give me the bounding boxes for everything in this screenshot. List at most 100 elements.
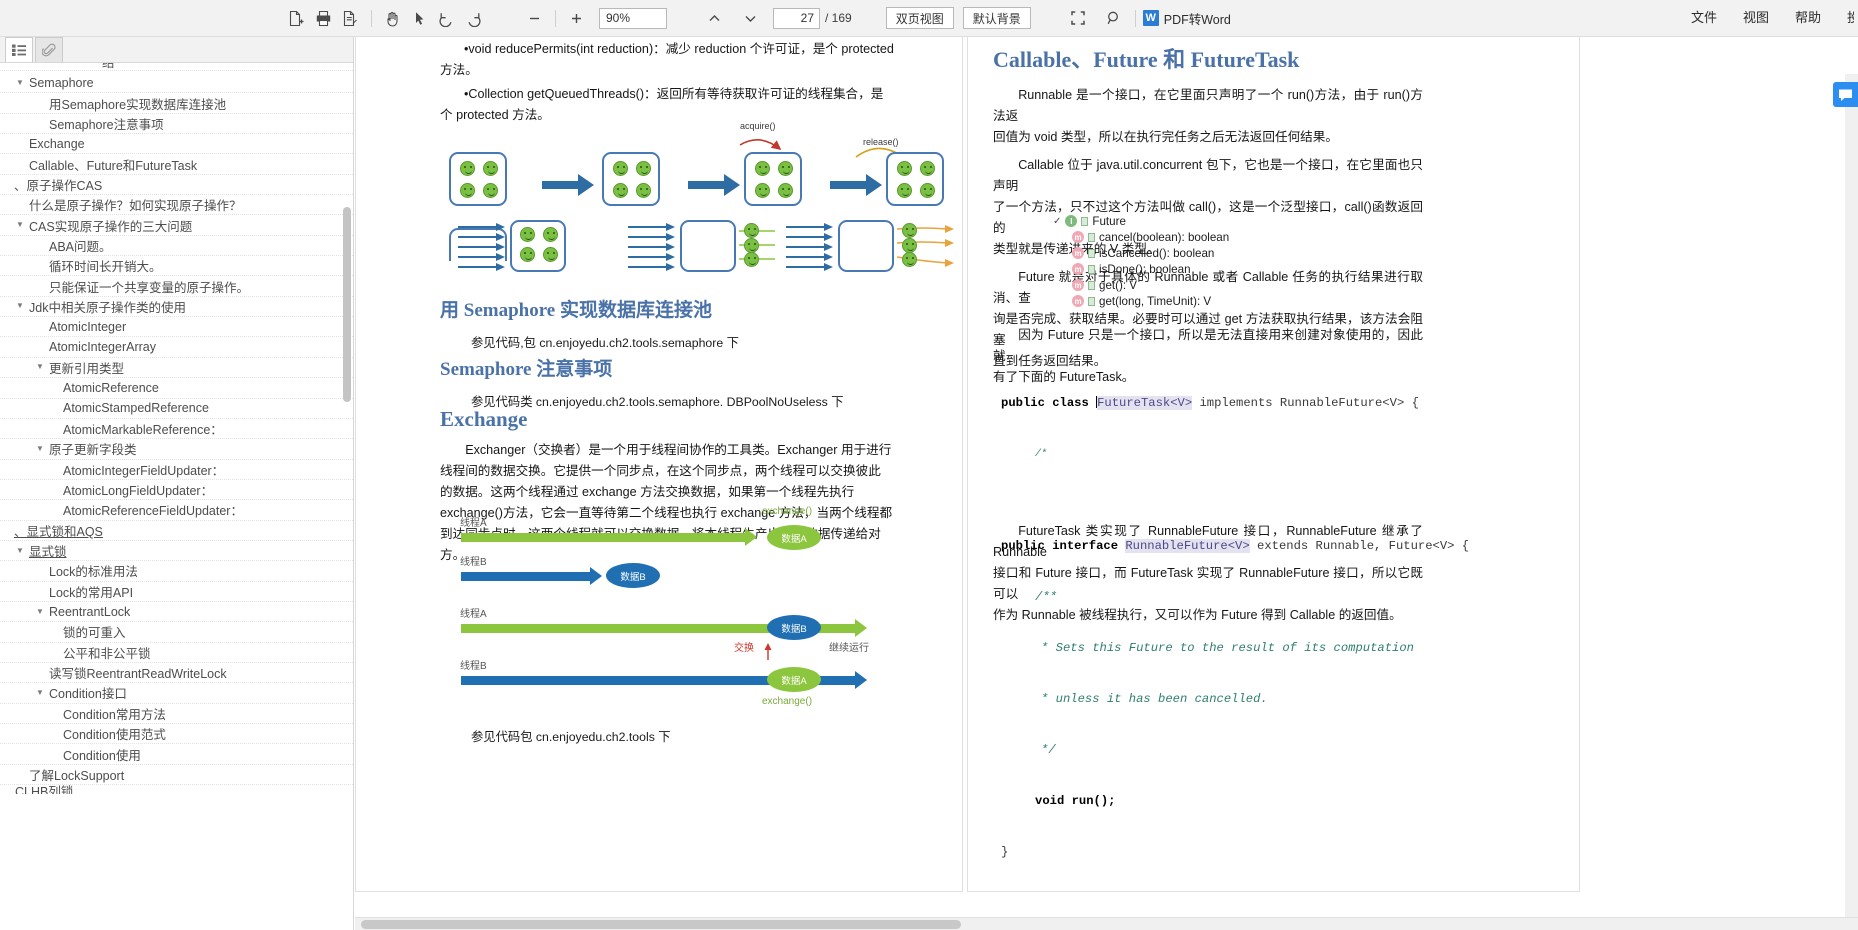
toc-item[interactable]: Lock的标准用法 (0, 561, 353, 582)
data-a-node: 数据A (767, 525, 821, 550)
export-file-icon[interactable] (283, 5, 310, 32)
toc-item[interactable]: ▼ 显式锁 (0, 541, 353, 562)
menu-view[interactable]: 视图 (1730, 0, 1782, 36)
zoom-in-button[interactable] (563, 5, 590, 32)
tree-node[interactable]: m isCancelled(): boolean (1072, 245, 1403, 261)
next-page-button[interactable] (737, 5, 764, 32)
toc-item-label: 更新引用类型 (49, 361, 125, 376)
thread-a-arrow (461, 528, 757, 546)
zoom-level-input[interactable]: 90% (599, 7, 667, 29)
toc-item-label: CAS实现原子操作的三大问题 (29, 219, 193, 234)
toc-item[interactable]: AtomicInteger (0, 317, 353, 338)
toc-item[interactable]: Exchange (0, 134, 353, 155)
toc-item[interactable]: AtomicReference (0, 378, 353, 399)
horizontal-scrollbar-thumb[interactable] (361, 920, 961, 929)
toc-item[interactable]: 锁的可重入 (0, 622, 353, 643)
chevron-down-icon[interactable]: ▼ (16, 221, 24, 229)
toc-item[interactable]: ABA问题。 (0, 236, 353, 257)
toc-item-label: AtomicReferenceFieldUpdater： (63, 504, 243, 519)
viewer-vertical-scrollbar[interactable] (1845, 74, 1858, 917)
table-of-contents[interactable]: 结 ▼ Semaphore 用Semaphore实现数据库连接池 Semaphore注… (0, 63, 353, 930)
chevron-down-icon[interactable]: ▼ (36, 444, 44, 453)
tree-node[interactable]: m get(long, TimeUnit): V (1072, 293, 1403, 309)
toc-item[interactable]: AtomicLongFieldUpdater： (0, 480, 353, 501)
toc-item[interactable]: ▼ Semaphore (0, 73, 353, 94)
chevron-down-icon[interactable]: ▼ (36, 688, 44, 697)
toc-item[interactable]: ▼ ReentrantLock (0, 602, 353, 623)
toolbar-tools-group (379, 0, 487, 36)
toc-item[interactable]: Condition常用方法 (0, 704, 353, 724)
toc-item[interactable]: ▼ CAS实现原子操作的三大问题 (0, 215, 353, 236)
toc-item[interactable]: Condition使用范式 (0, 724, 353, 745)
code-line-7: */ (1041, 743, 1056, 757)
chat-bubble-icon[interactable] (1833, 82, 1858, 107)
toc-item[interactable]: 循环时间长开销大。 (0, 256, 353, 277)
toc-item-label: 锁的可重入 (63, 626, 126, 641)
bullet-reduce-permits: •void reducePermits(int reduction)：减少 re… (463, 42, 894, 56)
save-as-icon[interactable] (337, 5, 364, 32)
tree-node[interactable]: ✓ I Future (1053, 213, 1403, 229)
toc-item[interactable]: 什么是原子操作？如何实现原子操作？ (0, 195, 353, 216)
outline-tab[interactable] (5, 37, 33, 62)
chevron-down-icon[interactable]: ▼ (36, 363, 44, 371)
toc-item[interactable]: ▼ Condition接口 (0, 683, 353, 704)
sidebar-scrollbar[interactable] (343, 207, 351, 402)
chevron-down-icon[interactable]: ▼ (16, 546, 24, 555)
method-badge-icon: m (1072, 295, 1084, 307)
toc-item[interactable]: AtomicReferenceFieldUpdater： (0, 500, 353, 521)
toc-item[interactable]: Callable、Future和FutureTask (0, 154, 353, 175)
fullscreen-icon[interactable] (1065, 5, 1092, 32)
toc-item-label: Callable、Future和FutureTask (29, 158, 198, 173)
toc-item[interactable]: ▼ Jdk中相关原子操作类的使用 (0, 297, 353, 318)
hand-tool-icon[interactable] (379, 5, 406, 32)
toc-item-label: Lock的标准用法 (49, 565, 138, 580)
toc-item[interactable]: 了解LockSupport (0, 765, 353, 786)
toc-item[interactable]: 、原子操作CAS (0, 175, 353, 196)
current-page-input[interactable]: 27 (773, 7, 820, 29)
toc-item[interactable]: 只能保证一个共享变量的原子操作。 (0, 276, 353, 297)
tree-node-label: isDone(): boolean (1099, 262, 1191, 276)
toc-item[interactable]: AtomicStampedReference (0, 399, 353, 419)
toc-partial-row-bottom[interactable]: CLHB列锁 (0, 785, 353, 794)
rotate-left-icon[interactable] (433, 5, 460, 32)
source-file-icon (1088, 296, 1095, 306)
search-icon[interactable] (1101, 5, 1128, 32)
toc-item[interactable]: AtomicIntegerArray (0, 337, 353, 358)
menu-help[interactable]: 帮助 (1782, 0, 1834, 36)
toc-item[interactable]: Lock的常用API (0, 582, 353, 602)
prev-page-button[interactable] (701, 5, 728, 32)
toc-item[interactable]: AtomicMarkableReference： (0, 419, 353, 440)
attachment-tab[interactable] (35, 37, 63, 62)
menu-cast[interactable]: 投 (1834, 0, 1854, 36)
toc-item[interactable]: Semaphore注意事项 (0, 114, 353, 135)
toc-item[interactable]: 公平和非公平锁 (0, 643, 353, 663)
futuretask-summary-line-2: 接口和 Future 接口，而 FutureTask 实现了 RunnableF… (993, 566, 1423, 601)
print-icon[interactable] (310, 5, 337, 32)
pdf-to-word-button[interactable]: W PDF转Word (1142, 9, 1231, 28)
background-mode-button[interactable]: 默认背景 (962, 7, 1031, 29)
chevron-down-icon[interactable]: ▼ (36, 607, 44, 616)
chevron-down-icon[interactable]: ▼ (16, 302, 24, 310)
select-tool-icon[interactable] (406, 5, 433, 32)
runnable-paragraph-line-2: 回值为 void 类型，所以在执行完任务之后无法返回任何结果。 (993, 130, 1338, 144)
tree-node[interactable]: m get(): V (1072, 277, 1403, 293)
viewer-horizontal-scrollbar[interactable] (355, 917, 1858, 930)
menu-file[interactable]: 文件 (1678, 0, 1730, 36)
toc-item[interactable]: 、显式锁和AQS (0, 521, 353, 541)
toc-item[interactable]: ▼ 原子更新字段类 (0, 439, 353, 460)
method-badge-icon: m (1072, 247, 1084, 259)
tree-node[interactable]: m cancel(boolean): boolean (1072, 229, 1403, 245)
tree-node-label: get(): V (1099, 278, 1138, 292)
toc-item[interactable]: AtomicIntegerFieldUpdater： (0, 460, 353, 480)
toc-item[interactable]: 读写锁ReentrantReadWriteLock (0, 663, 353, 684)
toc-item[interactable]: Condition使用 (0, 744, 353, 765)
toc-item[interactable]: 用Semaphore实现数据库连接池 (0, 93, 353, 114)
zoom-out-button[interactable] (521, 5, 548, 32)
toc-item[interactable]: ▼ 更新引用类型 (0, 358, 353, 379)
tree-node[interactable]: m isDone(): boolean (1072, 261, 1403, 277)
view-mode-button[interactable]: 双页视图 (885, 7, 954, 29)
method-badge-icon: m (1072, 279, 1084, 291)
toolbar-left-spacer (0, 0, 283, 36)
chevron-down-icon[interactable]: ▼ (16, 78, 24, 87)
rotate-right-icon[interactable] (460, 5, 487, 32)
